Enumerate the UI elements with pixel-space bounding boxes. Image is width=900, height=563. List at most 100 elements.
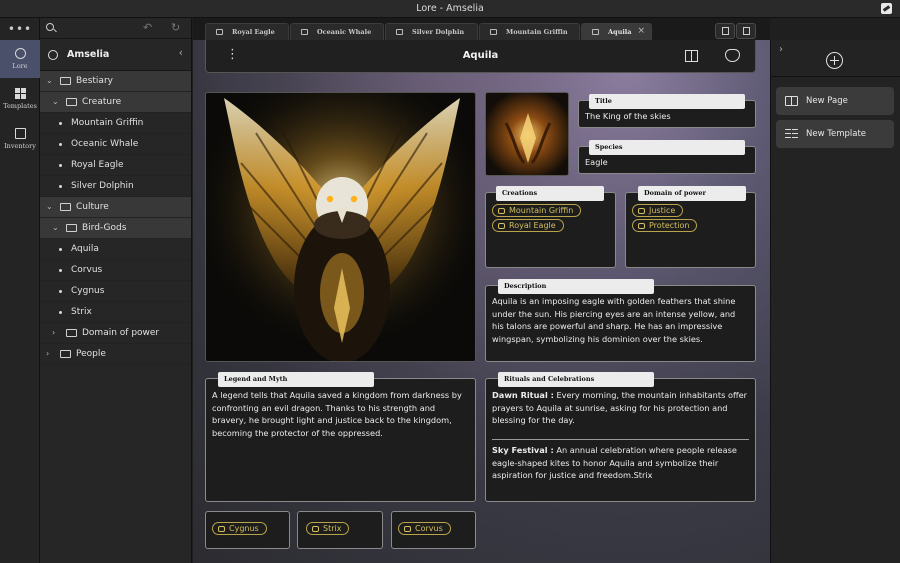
workspace-header[interactable]: Amselia ‹ xyxy=(40,39,191,71)
tree-label: Culture xyxy=(76,202,109,212)
related-card-corvus: Corvus xyxy=(391,511,476,549)
chevron-down-icon[interactable]: ⌄ xyxy=(46,202,53,211)
tree-label: Strix xyxy=(71,307,92,317)
legend-field[interactable]: Legend and Myth A legend tells that Aqui… xyxy=(205,372,476,502)
new-page-button[interactable]: New Page xyxy=(776,87,894,115)
tree-folder-bird-gods[interactable]: ⌄ Bird-Gods xyxy=(40,218,191,239)
undo-icon[interactable]: ↶ xyxy=(143,21,152,34)
field-label: Domain of power xyxy=(638,186,746,201)
tree-page-oceanic-whale[interactable]: Oceanic Whale xyxy=(40,134,191,155)
tree-folder-culture[interactable]: ⌄ Culture xyxy=(40,197,191,218)
creature-icon xyxy=(498,223,505,229)
domain-field: Domain of power Justice Protection xyxy=(625,186,756,268)
chip-label: Cygnus xyxy=(229,524,259,533)
close-icon[interactable]: × xyxy=(637,26,645,36)
chip-strix[interactable]: Strix xyxy=(306,522,350,535)
ritual-item[interactable]: Dawn Ritual : Every morning, the mountai… xyxy=(492,389,749,427)
tree-folder-people[interactable]: › People xyxy=(40,344,191,365)
page-title: Aquila xyxy=(462,50,499,61)
legend-text[interactable]: A legend tells that Aquila saved a kingd… xyxy=(212,389,469,439)
rail-item-label: Lore xyxy=(12,62,28,70)
tree-page-cygnus[interactable]: Cygnus xyxy=(40,281,191,302)
bullet-icon xyxy=(59,269,62,272)
field-label: Title xyxy=(589,94,745,109)
edit-button[interactable] xyxy=(715,23,735,39)
tree-label: Aquila xyxy=(71,244,99,254)
folder-icon xyxy=(66,98,77,106)
creations-field: Creations Mountain Griffin Royal Eagle xyxy=(485,186,616,268)
species-value[interactable]: Eagle xyxy=(585,156,749,169)
folder-icon xyxy=(66,224,77,232)
tree-page-mountain-griffin[interactable]: Mountain Griffin xyxy=(40,113,191,134)
chip-label: Royal Eagle xyxy=(509,221,556,230)
tab-label: Mountain Griffin xyxy=(506,28,568,36)
chip-cygnus[interactable]: Cygnus xyxy=(212,522,267,535)
chip-royal-eagle[interactable]: Royal Eagle xyxy=(492,219,564,232)
chevron-right-icon[interactable]: › xyxy=(779,44,783,55)
tab-royal-eagle[interactable]: Royal Eagle xyxy=(205,23,289,40)
template-layout-icon[interactable] xyxy=(685,50,698,62)
app-rail: ••• Lore Templates Inventory xyxy=(0,18,40,563)
species-field[interactable]: Species Eagle xyxy=(578,140,756,174)
description-text[interactable]: Aquila is an imposing eagle with golden … xyxy=(492,295,749,345)
chevron-down-icon[interactable]: ⌄ xyxy=(46,76,53,85)
tab-bar: Royal Eagle Oceanic Whale Silver Dolphin… xyxy=(193,18,770,40)
workspace-icon xyxy=(48,50,58,60)
chip-protection[interactable]: Protection xyxy=(632,219,698,232)
tree-page-corvus[interactable]: Corvus xyxy=(40,260,191,281)
redo-icon[interactable]: ↻ xyxy=(171,21,180,34)
tree-label: Royal Eagle xyxy=(71,160,124,170)
add-icon[interactable] xyxy=(826,52,843,69)
tree-folder-bestiary[interactable]: ⌄ Bestiary xyxy=(40,71,191,92)
window-app-icon[interactable] xyxy=(881,3,892,14)
tree-page-strix[interactable]: Strix xyxy=(40,302,191,323)
creature-icon xyxy=(498,208,505,214)
thumbnail-image[interactable] xyxy=(485,92,569,176)
tree-page-silver-dolphin[interactable]: Silver Dolphin xyxy=(40,176,191,197)
collapse-panel-icon[interactable]: ‹ xyxy=(179,46,183,59)
mask-icon xyxy=(218,526,225,532)
rail-item-templates[interactable]: Templates xyxy=(0,80,40,118)
chip-mountain-griffin[interactable]: Mountain Griffin xyxy=(492,204,582,217)
ritual-item[interactable]: Sky Festival : An annual celebration whe… xyxy=(492,444,749,482)
button-label: New Template xyxy=(806,129,867,139)
chip-corvus[interactable]: Corvus xyxy=(398,522,451,535)
field-label: Species xyxy=(589,140,745,155)
chip-justice[interactable]: Justice xyxy=(632,204,684,217)
chevron-down-icon[interactable]: ⌄ xyxy=(52,97,59,106)
new-template-button[interactable]: New Template xyxy=(776,120,894,148)
lock-button[interactable] xyxy=(736,23,756,39)
tree-folder-domain-of-power[interactable]: › Domain of power xyxy=(40,323,191,344)
tab-oceanic-whale[interactable]: Oceanic Whale xyxy=(290,23,384,40)
chevron-right-icon[interactable]: › xyxy=(52,328,55,337)
chip-label: Corvus xyxy=(415,524,443,533)
tab-aquila[interactable]: Aquila × xyxy=(581,23,652,40)
tree-folder-creature[interactable]: ⌄ Creature xyxy=(40,92,191,113)
lore-icon xyxy=(14,48,26,59)
tree-label: Silver Dolphin xyxy=(71,181,134,191)
title-field[interactable]: Title The King of the skies xyxy=(578,94,756,128)
tab-silver-dolphin[interactable]: Silver Dolphin xyxy=(385,23,478,40)
chip-label: Justice xyxy=(649,206,676,215)
page-icon xyxy=(301,29,308,35)
rail-item-lore[interactable]: Lore xyxy=(0,40,40,78)
chevron-right-icon[interactable]: › xyxy=(46,349,49,358)
search-icon[interactable] xyxy=(46,23,54,31)
tab-label: Aquila xyxy=(608,28,632,36)
main-illustration[interactable] xyxy=(205,92,476,362)
rail-menu-icon[interactable]: ••• xyxy=(0,22,40,36)
rail-item-label: Templates xyxy=(3,102,37,110)
description-field[interactable]: Description Aquila is an imposing eagle … xyxy=(485,279,756,362)
mask-icon xyxy=(404,526,411,532)
tree-page-aquila[interactable]: Aquila xyxy=(40,239,191,260)
rituals-field[interactable]: Rituals and Celebrations Dawn Ritual : E… xyxy=(485,372,756,502)
tree-page-royal-eagle[interactable]: Royal Eagle xyxy=(40,155,191,176)
button-label: New Page xyxy=(806,96,848,106)
chip-label: Mountain Griffin xyxy=(509,206,574,215)
tab-mountain-griffin[interactable]: Mountain Griffin xyxy=(479,23,580,40)
pencil-icon xyxy=(722,27,729,35)
chevron-down-icon[interactable]: ⌄ xyxy=(52,223,59,232)
title-value[interactable]: The King of the skies xyxy=(585,110,749,123)
tree-label: People xyxy=(76,349,106,359)
rail-item-inventory[interactable]: Inventory xyxy=(0,120,40,158)
